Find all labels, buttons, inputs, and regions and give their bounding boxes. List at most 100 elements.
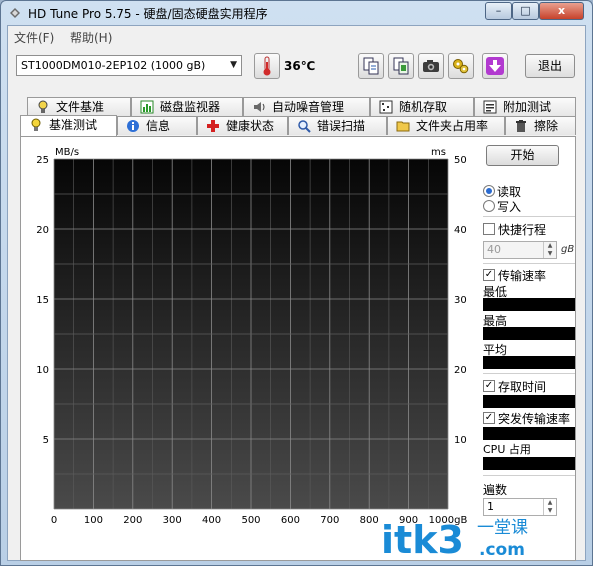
x-tick-label: 400 (202, 515, 221, 526)
options-button[interactable] (448, 53, 474, 79)
tab-disk-monitor[interactable]: 磁盘监视器 (131, 97, 243, 116)
minimize-button[interactable]: – (485, 2, 512, 20)
screenshot-button[interactable] (418, 53, 444, 79)
benchmark-panel: 0 100 200 300 400 500 600 700 800 900 1000gB 25 20 15… (20, 136, 576, 561)
x-tick-label: 200 (123, 515, 142, 526)
short-stroke-checkbox[interactable]: 快捷行程 (483, 221, 577, 237)
divider (483, 263, 575, 264)
copy-screen-icon (393, 57, 409, 75)
min-value-box (483, 298, 575, 311)
check-icon: ✓ (483, 380, 495, 392)
x-tick-label: 600 (281, 515, 300, 526)
disk-monitor-icon (140, 100, 154, 114)
passes-value: 1 (487, 500, 494, 513)
svg-text:.com: .com (479, 540, 525, 560)
access-time-checkbox[interactable]: ✓ 存取时间 (483, 378, 577, 394)
close-button[interactable]: x (539, 2, 584, 20)
bulb-icon (31, 118, 41, 131)
write-label: 写入 (497, 200, 522, 214)
divider (483, 216, 575, 217)
exit-button[interactable]: 退出 (525, 54, 575, 78)
x-tick-label: 100 (84, 515, 103, 526)
menu-bar: 文件(F) 帮助(H) (8, 26, 585, 46)
short-stroke-label: 快捷行程 (498, 223, 547, 237)
client-area: 文件(F) 帮助(H) ST1000DM010-2EP102 (1000 gB)… (7, 25, 586, 561)
x-tick-label: 800 (360, 515, 379, 526)
svg-text:一堂课: 一堂课 (477, 518, 528, 538)
gridlines (53, 158, 449, 510)
burst-rate-label: 突发传输速率 (498, 412, 571, 426)
divider (483, 373, 575, 374)
x-tick-label: 0 (51, 515, 57, 526)
tab-extra-tests[interactable]: 附加测试 (474, 97, 576, 116)
random-access-icon (379, 100, 393, 114)
short-stroke-value: 40 (487, 243, 501, 256)
tab-erase[interactable]: 擦除 (505, 116, 576, 135)
read-radio[interactable]: 读取 (483, 183, 573, 199)
temperature-button[interactable] (254, 53, 280, 79)
burst-rate-value-box (483, 427, 575, 440)
burst-rate-checkbox[interactable]: ✓ 突发传输速率 (483, 410, 577, 426)
menu-help[interactable]: 帮助(H) (70, 29, 112, 46)
write-radio-dot (483, 200, 495, 212)
y-right-tick-label: 20 (454, 365, 467, 376)
app-window: HD Tune Pro 5.75 - 硬盘/固态硬盘实用程序 – □ x 文件(… (0, 0, 593, 566)
short-stroke-unit: gB (561, 244, 575, 255)
check-icon: ✓ (483, 269, 495, 281)
y-left-unit: MB/s (55, 147, 79, 158)
title-bar[interactable]: HD Tune Pro 5.75 - 硬盘/固态硬盘实用程序 – □ x (1, 1, 592, 25)
menu-file[interactable]: 文件(F) (14, 29, 54, 46)
start-button[interactable]: 开始 (486, 145, 559, 166)
copy-screen-button[interactable] (388, 53, 414, 79)
x-tick-label: 300 (163, 515, 182, 526)
y-right-tick-label: 30 (454, 295, 467, 306)
drive-select[interactable]: ST1000DM010-2EP102 (1000 gB) ▼ (16, 55, 242, 76)
tab-info[interactable]: 信息 (117, 116, 197, 135)
y-left-tick-label: 20 (36, 225, 49, 236)
read-radio-dot (483, 185, 495, 197)
short-stroke-input[interactable]: 40 ▲ ▼ (483, 241, 557, 259)
access-time-label: 存取时间 (498, 380, 547, 394)
svg-text:itk3: itk3 (381, 518, 464, 562)
download-icon (486, 57, 504, 75)
check-icon: ✓ (483, 412, 495, 424)
cpu-usage-label: CPU 占用 (483, 443, 531, 456)
tab-health[interactable]: 健康状态 (197, 116, 288, 135)
max-value-box (483, 327, 575, 340)
benchmark-chart: 0 100 200 300 400 500 600 700 800 900 1000gB252015… (36, 147, 467, 526)
spinner-arrows-icon[interactable]: ▲ ▼ (543, 242, 556, 258)
y-left-tick-label: 25 (36, 155, 49, 166)
download-button[interactable] (482, 53, 508, 79)
window-title: HD Tune Pro 5.75 - 硬盘/固态硬盘实用程序 (28, 7, 268, 21)
temperature-value: 36℃ (284, 59, 316, 73)
y-left-tick-label: 10 (36, 365, 49, 376)
controls-panel: 开始 读取 写入 快捷行程 40 ▲ ▼ gB ✓ 传输速率 最低 最高 平均 … (481, 137, 577, 557)
write-radio[interactable]: 写入 (483, 198, 573, 214)
copy-info-button[interactable] (358, 53, 384, 79)
thermometer-icon (263, 56, 271, 76)
tab-benchmark[interactable]: 基准测试 (20, 115, 117, 136)
tab-error-scan[interactable]: 错误扫描 (288, 116, 387, 135)
extra-tests-icon (483, 100, 497, 114)
info-icon (127, 120, 139, 132)
divider (483, 475, 575, 476)
speaker-icon (254, 102, 265, 112)
drive-select-value: ST1000DM010-2EP102 (1000 gB) (21, 59, 206, 72)
file-benchmark-icon (38, 100, 48, 113)
options-icon (453, 59, 469, 74)
trash-icon (516, 120, 526, 132)
maximize-button[interactable]: □ (512, 2, 539, 20)
tab-random-access[interactable]: 随机存取 (370, 97, 474, 116)
avg-value-box (483, 356, 575, 369)
x-tick-label: 500 (241, 515, 260, 526)
app-icon (10, 8, 20, 18)
watermark-logo: itk3 一堂课 .com (381, 518, 528, 562)
tab-noise-management[interactable]: 自动噪音管理 (243, 97, 370, 116)
camera-icon (423, 60, 439, 72)
transfer-rate-label: 传输速率 (498, 269, 547, 283)
toolbar: ST1000DM010-2EP102 (1000 gB) ▼ 36℃ 退出 (8, 46, 585, 86)
y-right-tick-label: 50 (454, 155, 467, 166)
transfer-rate-checkbox[interactable]: ✓ 传输速率 (483, 267, 577, 283)
tab-file-benchmark[interactable]: 文件基准 (27, 97, 131, 116)
tab-folder-usage[interactable]: 文件夹占用率 (387, 116, 505, 135)
